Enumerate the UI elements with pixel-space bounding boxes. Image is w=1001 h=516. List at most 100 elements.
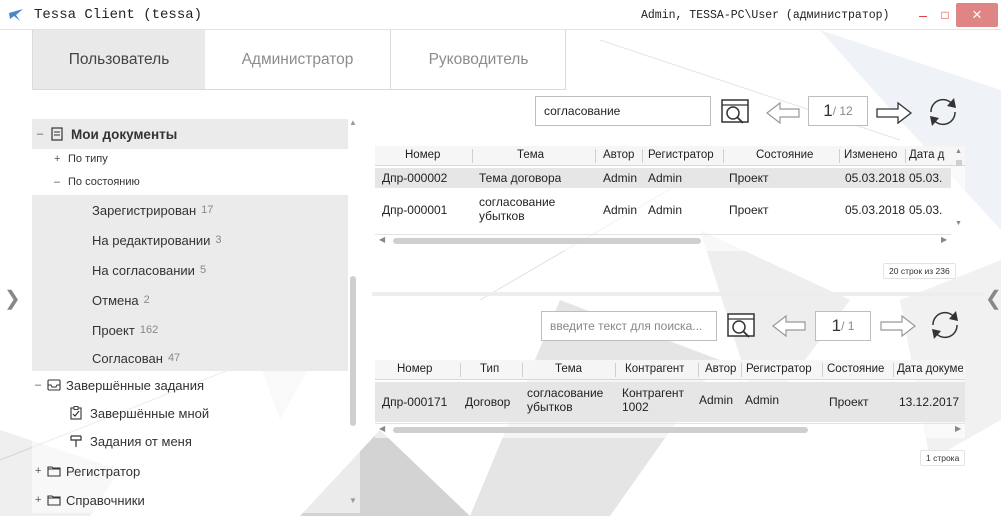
arrow-left-icon[interactable] bbox=[770, 313, 808, 339]
column-header[interactable]: Состояние bbox=[756, 149, 813, 161]
tab-manager[interactable]: Руководитель bbox=[390, 30, 566, 89]
tree-node-state[interactable]: На согласовании 5 bbox=[32, 255, 348, 285]
tree-node-state[interactable]: Зарегистрирован 17 bbox=[32, 195, 348, 225]
column-header[interactable]: Контрагент bbox=[625, 363, 684, 375]
table-vscroll[interactable]: ▲ ▼ bbox=[955, 148, 963, 228]
tree-node-by-state[interactable]: – По состоянию bbox=[32, 174, 348, 190]
tree-node-state[interactable]: Согласован 47 bbox=[32, 345, 348, 371]
workplace-tabs: Пользователь Администратор Руководитель bbox=[32, 30, 566, 90]
scroll-down-icon[interactable]: ▼ bbox=[955, 220, 962, 227]
page-indicator[interactable]: 1/ 1 bbox=[815, 311, 871, 341]
tree-node-state[interactable]: Проект 162 bbox=[32, 315, 348, 345]
scroll-thumb[interactable] bbox=[956, 160, 962, 166]
minimize-button[interactable]: – bbox=[912, 3, 934, 27]
table-cell: Тема договора bbox=[479, 171, 562, 185]
search-input[interactable]: введите текст для поиска... bbox=[541, 311, 717, 341]
tree-label: Завершённые мной bbox=[90, 405, 210, 421]
table-header: Номер Тема Автор Регистратор Состояние И… bbox=[375, 146, 965, 166]
count-badge: 2 bbox=[143, 294, 150, 306]
page-indicator[interactable]: 1/ 12 bbox=[808, 96, 868, 126]
scroll-left-icon[interactable]: ◀ bbox=[379, 424, 385, 433]
table-cell: Дпр-000002 bbox=[382, 171, 448, 185]
table-cell: Admin bbox=[648, 203, 683, 217]
column-header[interactable]: Тип bbox=[480, 363, 499, 375]
tree-node-references[interactable]: + Справочники bbox=[32, 487, 348, 513]
tree-node-by-type[interactable]: + По типу bbox=[32, 151, 348, 167]
inbox-icon bbox=[47, 379, 61, 391]
column-header[interactable]: Дата д bbox=[909, 149, 949, 161]
expand-icon[interactable]: + bbox=[35, 465, 45, 477]
scroll-left-icon[interactable]: ◀ bbox=[379, 235, 385, 244]
collapse-icon[interactable]: – bbox=[54, 176, 64, 188]
maximize-button[interactable]: □ bbox=[934, 3, 956, 27]
tree-node-state[interactable]: На редактировании 3 bbox=[32, 225, 348, 255]
column-header[interactable]: Номер bbox=[405, 149, 440, 161]
tree-node-my-documents[interactable]: – Мои документы bbox=[32, 119, 348, 149]
tree-label: По состоянию bbox=[68, 176, 140, 188]
scroll-right-icon[interactable]: ▶ bbox=[941, 235, 947, 244]
scroll-thumb[interactable] bbox=[393, 427, 808, 433]
tab-user[interactable]: Пользователь bbox=[33, 30, 205, 89]
count-badge: 17 bbox=[201, 204, 214, 216]
expand-icon[interactable]: + bbox=[54, 153, 64, 165]
tree-label: Отмена bbox=[92, 292, 139, 308]
folder-icon bbox=[47, 495, 61, 506]
column-header[interactable]: Дата докумен bbox=[897, 363, 963, 375]
column-header[interactable]: Изменено bbox=[844, 149, 897, 161]
title-bar[interactable]: Tessa Client (tessa) Admin, TESSA-PC\Use… bbox=[0, 0, 1001, 30]
arrow-right-icon[interactable] bbox=[874, 100, 914, 126]
scroll-thumb[interactable] bbox=[350, 276, 356, 426]
arrow-left-icon[interactable] bbox=[764, 100, 802, 126]
left-panel-collapse-icon[interactable]: ❯ bbox=[4, 286, 21, 311]
column-header[interactable]: Номер bbox=[397, 363, 432, 375]
tree-node-state[interactable]: Отмена 2 bbox=[32, 285, 348, 315]
table-hscroll[interactable]: ◀ ▶ bbox=[375, 234, 951, 246]
contracts-table: Номер Тип Тема Контрагент Автор Регистра… bbox=[375, 360, 965, 438]
table-cell: Admin bbox=[648, 171, 683, 185]
table-cell: согласование убытков bbox=[527, 386, 604, 414]
panel-splitter[interactable] bbox=[372, 292, 984, 296]
refresh-icon[interactable] bbox=[927, 307, 963, 343]
column-header[interactable]: Автор bbox=[603, 149, 634, 161]
column-header[interactable]: Состояние bbox=[827, 363, 884, 375]
right-panel-expand-icon[interactable]: ❮ bbox=[985, 286, 1001, 311]
search-icon[interactable] bbox=[719, 95, 753, 129]
close-button[interactable]: × bbox=[956, 3, 998, 27]
app-title: Tessa Client (tessa) bbox=[34, 7, 203, 23]
document-icon bbox=[51, 127, 63, 141]
expand-icon[interactable]: + bbox=[35, 494, 45, 506]
arrow-right-icon[interactable] bbox=[878, 313, 918, 339]
fork-icon bbox=[70, 435, 82, 447]
search-icon[interactable] bbox=[725, 309, 759, 343]
table-row[interactable]: Дпр-000171 Договор согласование убытков … bbox=[375, 382, 965, 422]
collapse-icon[interactable]: – bbox=[37, 128, 47, 140]
scroll-thumb[interactable] bbox=[393, 238, 701, 244]
table-hscroll[interactable]: ◀ ▶ bbox=[375, 423, 965, 435]
minimize-icon: – bbox=[919, 7, 927, 23]
search-input[interactable]: согласование bbox=[535, 96, 711, 126]
scroll-right-icon[interactable]: ▶ bbox=[955, 424, 961, 433]
column-header[interactable]: Регистратор bbox=[648, 149, 714, 161]
table-row[interactable]: Дпр-000002 Тема договора Admin Admin Про… bbox=[375, 168, 951, 188]
count-badge: 3 bbox=[215, 234, 222, 246]
total-pages: / 1 bbox=[841, 319, 855, 333]
tree-node-registrar[interactable]: + Регистратор bbox=[32, 458, 348, 484]
scroll-down-icon[interactable]: ▼ bbox=[348, 496, 358, 505]
scroll-up-icon[interactable]: ▲ bbox=[955, 148, 962, 155]
tab-administrator[interactable]: Администратор bbox=[205, 30, 390, 89]
scroll-up-icon[interactable]: ▲ bbox=[348, 118, 358, 127]
column-header[interactable]: Тема bbox=[517, 149, 544, 161]
table-row[interactable]: Дпр-000001 согласование убытков Admin Ad… bbox=[375, 191, 951, 231]
tree-scrollbar[interactable]: ▲ ▼ bbox=[348, 112, 358, 512]
checklist-icon bbox=[70, 406, 82, 420]
column-header[interactable]: Автор bbox=[705, 363, 736, 375]
table-cell: 05.03. bbox=[909, 171, 943, 185]
column-header[interactable]: Тема bbox=[555, 363, 582, 375]
count-badge: 162 bbox=[139, 324, 159, 336]
tree-node-completed-by-me[interactable]: Завершённые мной bbox=[32, 400, 348, 426]
column-header[interactable]: Регистратор bbox=[746, 363, 812, 375]
collapse-icon[interactable]: – bbox=[35, 379, 45, 391]
tree-node-tasks-from-me[interactable]: Задания от меня bbox=[32, 428, 348, 454]
refresh-icon[interactable] bbox=[925, 94, 961, 130]
tree-node-completed-tasks[interactable]: – Завершённые задания bbox=[32, 372, 348, 398]
